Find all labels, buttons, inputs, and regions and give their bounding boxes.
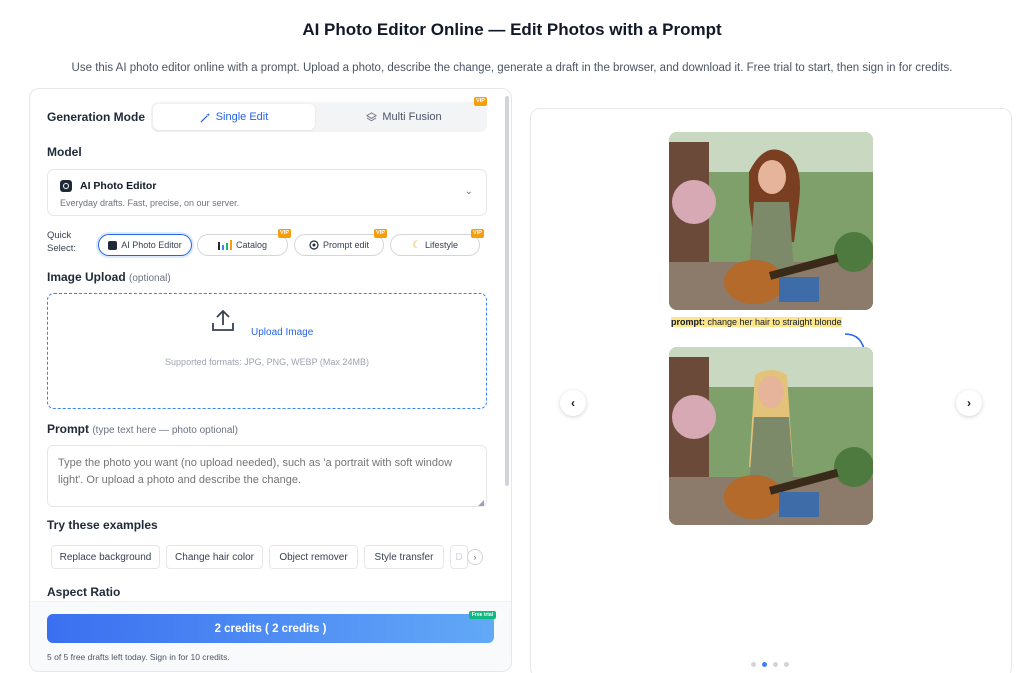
carousel-dot[interactable] [751, 662, 756, 667]
after-photo [669, 347, 873, 525]
quick-chip-catalog[interactable]: Catalog [197, 234, 288, 256]
mode-single-edit[interactable]: Single Edit [153, 104, 315, 130]
vip-badge: VIP [374, 229, 387, 238]
model-name: AI Photo Editor [80, 180, 157, 192]
generation-mode-label: Generation Mode [47, 110, 146, 124]
vip-badge: VIP [471, 229, 484, 238]
app-logo-icon [60, 180, 72, 192]
free-trial-badge: Free trial [468, 611, 496, 619]
examples-label: Try these examples [47, 518, 158, 532]
example-style-transfer[interactable]: Style transfer [364, 545, 444, 569]
generate-button[interactable]: 2 credits ( 2 credits ) Free trial [47, 611, 496, 643]
scrollbar-thumb[interactable] [505, 96, 509, 486]
resize-handle-icon[interactable]: ◢ [478, 498, 484, 507]
carousel-next-button[interactable]: › [956, 390, 982, 416]
before-photo [669, 132, 873, 310]
example-replace-background[interactable]: Replace background [51, 545, 160, 569]
model-description: Everyday drafts. Fast, precise, on our s… [60, 198, 240, 208]
editor-panel: Generation Mode Single Edit Multi Fusion… [29, 88, 512, 672]
quick-chip-lifestyle[interactable]: ☾ Lifestyle [390, 234, 480, 256]
carousel-prev-button[interactable]: ‹ [560, 390, 586, 416]
carousel-dots [751, 662, 789, 667]
upload-icon [212, 309, 234, 331]
showcase-panel: prompt: change her hair to straight blon… [530, 108, 1012, 673]
quick-select-label: Quick Select: [47, 230, 77, 254]
generate-area: 2 credits ( 2 credits ) Free trial 5 of … [30, 601, 511, 671]
upload-image-link[interactable]: Upload Image [251, 327, 313, 338]
generation-mode-row: Generation Mode Single Edit Multi Fusion… [47, 97, 487, 132]
chevron-right-icon[interactable]: › [467, 549, 483, 565]
example-change-hair-color[interactable]: Change hair color [166, 545, 263, 569]
image-upload-dropzone[interactable]: Upload Image Supported formats: JPG, PNG… [47, 293, 487, 409]
carousel-dot[interactable] [773, 662, 778, 667]
image-upload-label: Image Upload (optional) [47, 270, 171, 284]
example-object-remover[interactable]: Object remover [269, 545, 358, 569]
mode-multi-fusion[interactable]: Multi Fusion [323, 104, 485, 130]
example-truncated[interactable]: D [450, 545, 468, 569]
carousel-dot[interactable] [762, 662, 767, 667]
showcase-prompt: prompt: change her hair to straight blon… [671, 317, 842, 327]
layers-icon [366, 111, 378, 121]
openai-icon [309, 240, 319, 250]
supported-formats: Supported formats: JPG, PNG, WEBP (Max 2… [165, 357, 369, 367]
mode-multi-fusion-label: Multi Fusion [382, 111, 442, 123]
magic-wand-icon [200, 112, 210, 123]
carousel-dot[interactable] [784, 662, 789, 667]
vip-badge: VIP [278, 229, 291, 238]
model-select[interactable]: AI Photo Editor Everyday drafts. Fast, p… [47, 169, 487, 216]
model-label: Model [47, 145, 82, 159]
banana-icon: ☾ [412, 239, 421, 251]
vip-badge: VIP [474, 97, 487, 106]
bar-chart-icon [217, 240, 232, 250]
quick-chip-ai-photo-editor[interactable]: AI Photo Editor [98, 234, 192, 256]
mode-single-edit-label: Single Edit [215, 111, 269, 123]
app-logo-icon [108, 240, 118, 250]
chevron-down-icon: ⌄ [464, 186, 473, 197]
generation-mode-toggle: Single Edit Multi Fusion [151, 102, 487, 132]
page-title: AI Photo Editor Online — Edit Photos wit… [302, 20, 722, 39]
prompt-input[interactable] [47, 445, 487, 507]
quick-chip-prompt-edit[interactable]: Prompt edit [294, 234, 384, 256]
page-subtitle: Use this AI photo editor online with a p… [71, 62, 953, 74]
credits-note: 5 of 5 free drafts left today. Sign in f… [47, 652, 230, 662]
aspect-ratio-label: Aspect Ratio [47, 585, 121, 599]
prompt-label: Prompt (type text here — photo optional) [47, 422, 238, 436]
